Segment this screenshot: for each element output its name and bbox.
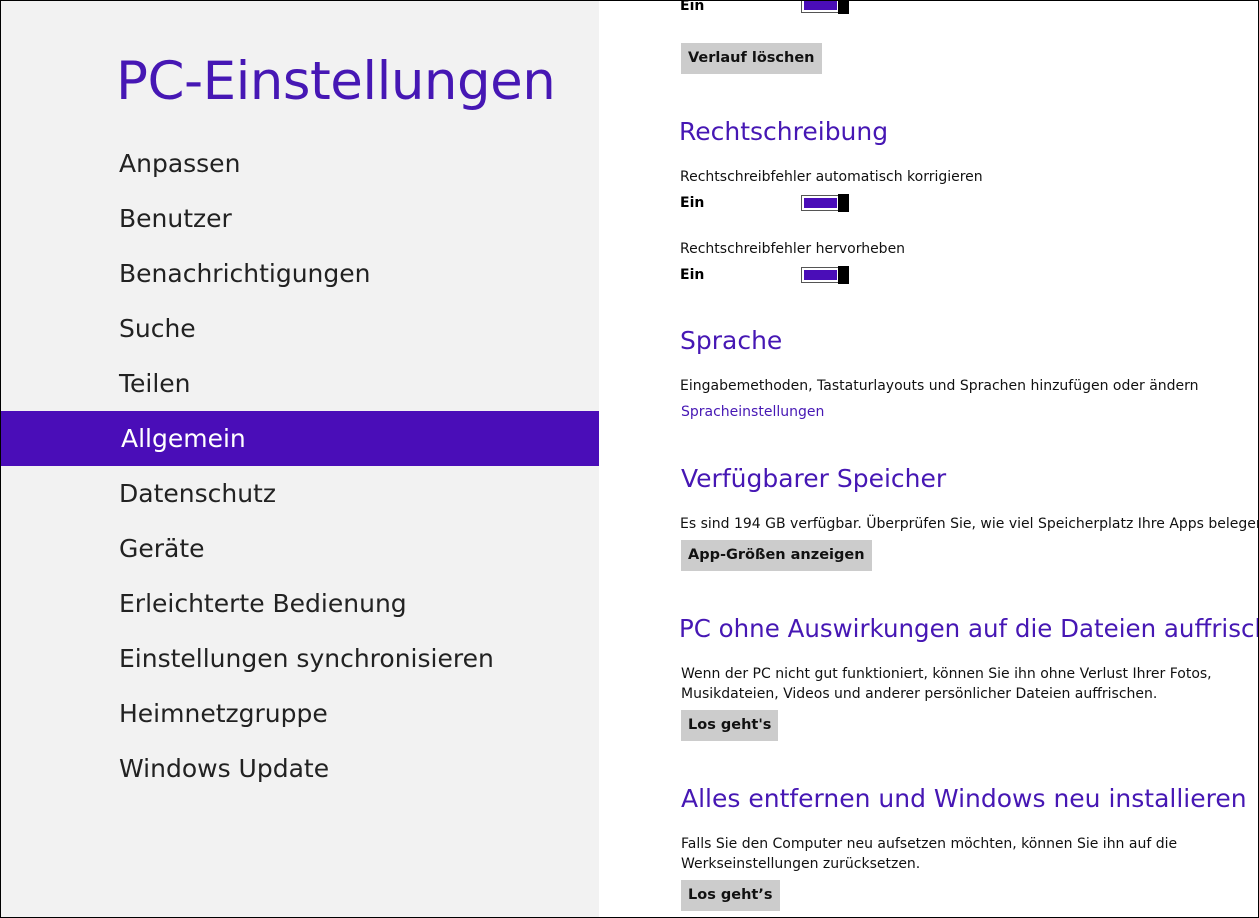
sidebar-item-heimnetzgruppe[interactable]: Heimnetzgruppe <box>1 686 599 741</box>
reset-description-line2: Werkseinstellungen zurücksetzen. <box>681 856 921 872</box>
refresh-section-title: PC ohne Auswirkungen auf die Dateien auf… <box>679 614 1259 643</box>
sidebar-item-windows-update[interactable]: Windows Update <box>1 741 599 796</box>
sidebar-item-datenschutz[interactable]: Datenschutz <box>1 466 599 521</box>
sidebar-item-einstellungen-synchronisieren[interactable]: Einstellungen synchronisieren <box>1 631 599 686</box>
language-description: Eingabemethoden, Tastaturlayouts und Spr… <box>680 378 1199 394</box>
highlight-state: Ein <box>680 267 705 283</box>
language-section-title: Sprache <box>680 326 783 355</box>
settings-content: Ein Verlauf löschen Rechtschreibung Rech… <box>600 1 1258 917</box>
refresh-start-button[interactable]: Los geht's <box>681 710 779 741</box>
spelling-section-title: Rechtschreibung <box>679 117 889 146</box>
storage-section-title: Verfügbarer Speicher <box>681 464 947 493</box>
toggle-thumb[interactable] <box>838 1 849 14</box>
toggle-thumb[interactable] <box>838 266 849 284</box>
refresh-description-line1: Wenn der PC nicht gut funktioniert, könn… <box>681 666 1212 682</box>
sidebar: PC-Einstellungen Anpassen Benutzer Benac… <box>1 1 599 917</box>
sidebar-item-benutzer[interactable]: Benutzer <box>1 191 599 246</box>
autocorrect-state: Ein <box>680 195 705 211</box>
toggle-thumb[interactable] <box>838 194 849 212</box>
autocorrect-toggle[interactable] <box>801 194 849 212</box>
sidebar-item-allgemein[interactable]: Allgemein <box>1 411 599 466</box>
toggle-fill <box>804 270 837 280</box>
sidebar-item-benachrichtigungen[interactable]: Benachrichtigungen <box>1 246 599 301</box>
top-toggle-switch[interactable] <box>801 1 849 14</box>
refresh-description-line2: Musikdateien, Videos und anderer persönl… <box>681 686 1158 702</box>
language-settings-link[interactable]: Spracheinstellungen <box>681 404 824 420</box>
sidebar-item-geraete[interactable]: Geräte <box>1 521 599 576</box>
autocorrect-label: Rechtschreibfehler automatisch korrigier… <box>680 169 983 185</box>
settings-window: PC-Einstellungen Anpassen Benutzer Benac… <box>0 0 1259 918</box>
sidebar-nav: Anpassen Benutzer Benachrichtigungen Suc… <box>1 136 599 796</box>
toggle-fill <box>804 198 837 208</box>
app-title: PC-Einstellungen <box>116 51 556 112</box>
highlight-toggle[interactable] <box>801 266 849 284</box>
sidebar-item-teilen[interactable]: Teilen <box>1 356 599 411</box>
sidebar-item-suche[interactable]: Suche <box>1 301 599 356</box>
reset-start-button[interactable]: Los geht’s <box>681 880 780 911</box>
clear-history-button[interactable]: Verlauf löschen <box>681 43 822 74</box>
storage-description: Es sind 194 GB verfügbar. Überprüfen Sie… <box>680 516 1259 532</box>
toggle-fill <box>804 1 837 10</box>
reset-section-title: Alles entfernen und Windows neu installi… <box>681 784 1247 813</box>
reset-description-line1: Falls Sie den Computer neu aufsetzen möc… <box>681 836 1178 852</box>
top-toggle-state: Ein <box>680 0 705 14</box>
sidebar-item-anpassen[interactable]: Anpassen <box>1 136 599 191</box>
highlight-label: Rechtschreibfehler hervorheben <box>680 241 906 257</box>
sidebar-item-erleichterte-bedienung[interactable]: Erleichterte Bedienung <box>1 576 599 631</box>
app-sizes-button[interactable]: App-Größen anzeigen <box>681 540 872 571</box>
